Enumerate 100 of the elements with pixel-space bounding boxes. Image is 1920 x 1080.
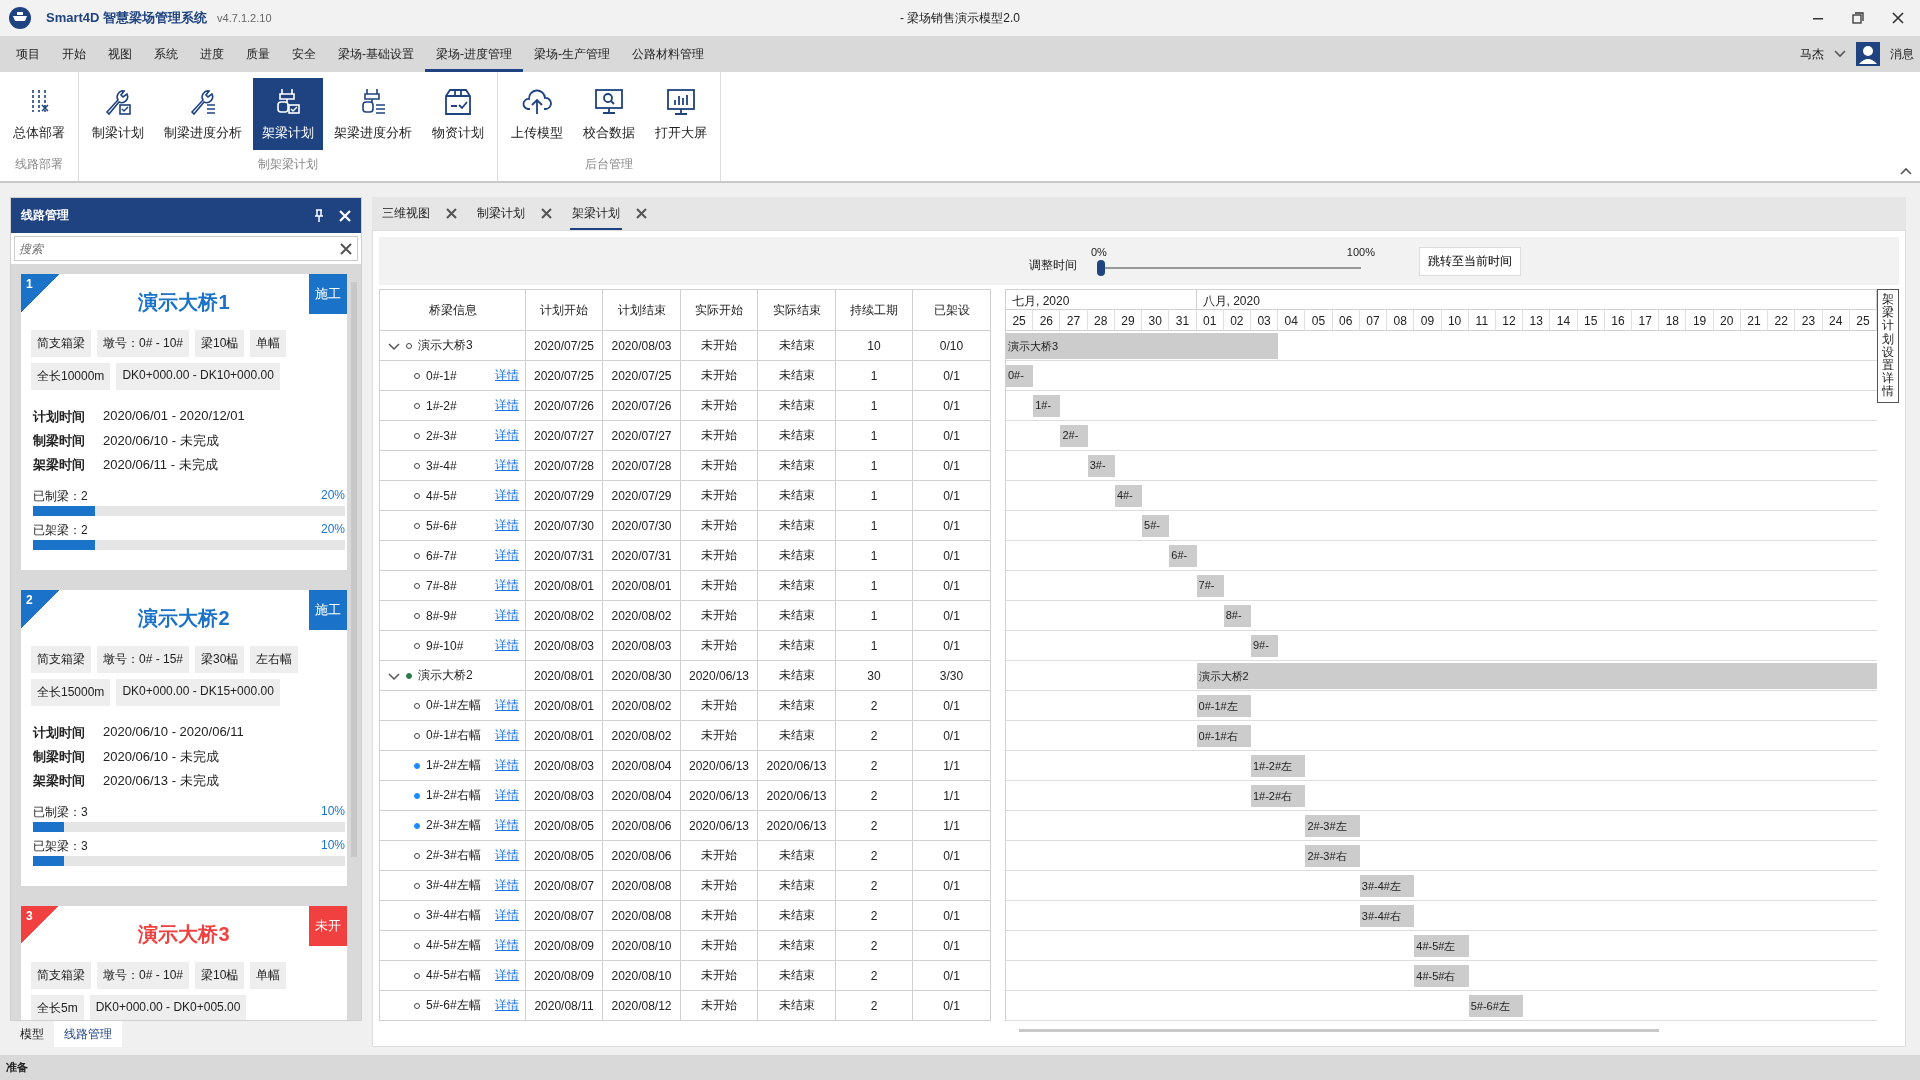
details-link[interactable]: 详情 [495, 457, 519, 474]
gantt-bar[interactable]: 0#-1#左 [1196, 694, 1251, 717]
ribbon-button[interactable]: 架梁计划 [253, 78, 323, 150]
menu-item[interactable]: 系统 [143, 36, 189, 72]
user-name[interactable]: 马杰 [1800, 45, 1824, 63]
bridge-title[interactable]: 演示大桥1 [138, 288, 230, 316]
day-header: 30 [1142, 309, 1170, 331]
menu-item[interactable]: 视图 [97, 36, 143, 72]
column-header[interactable]: 实际结束 [758, 289, 836, 331]
gantt-bar[interactable]: 演示大桥2 [1196, 662, 1877, 689]
gantt-bar[interactable]: 8#- [1223, 604, 1251, 627]
gantt-bar[interactable]: 6#- [1169, 544, 1197, 567]
details-link[interactable]: 详情 [495, 427, 519, 444]
details-link[interactable]: 详情 [495, 607, 519, 624]
close-icon[interactable] [446, 208, 457, 219]
panel-tab[interactable]: 模型 [10, 1021, 54, 1047]
document-tab[interactable]: 制梁计划 [475, 196, 527, 231]
messages-link[interactable]: 消息 [1890, 45, 1914, 63]
details-link[interactable]: 详情 [495, 367, 519, 384]
column-header[interactable]: 计划结束 [603, 289, 681, 331]
details-link[interactable]: 详情 [495, 397, 519, 414]
gantt-bar[interactable]: 3#-4#左 [1359, 874, 1415, 897]
gantt-bar[interactable]: 1#- [1033, 394, 1061, 417]
details-link[interactable]: 详情 [495, 637, 519, 654]
menu-item[interactable]: 项目 [5, 36, 51, 72]
menu-item[interactable]: 梁场-基础设置 [327, 36, 425, 72]
gantt-bar[interactable]: 0#- [1006, 364, 1034, 387]
table-cell: 1 [836, 361, 913, 391]
menu-item[interactable]: 开始 [51, 36, 97, 72]
gantt-bar[interactable]: 4#-5#左 [1414, 934, 1469, 957]
close-icon[interactable] [541, 208, 552, 219]
column-header[interactable]: 持续工期 [836, 289, 913, 331]
chevron-down-icon[interactable] [1834, 50, 1846, 58]
slider-thumb[interactable] [1097, 260, 1105, 276]
details-link[interactable]: 详情 [495, 937, 519, 954]
gantt-bar[interactable]: 0#-1#右 [1196, 724, 1251, 747]
ribbon-button[interactable]: 架梁进度分析 [325, 78, 421, 150]
gantt-bar[interactable]: 3#-4#右 [1359, 904, 1415, 927]
details-link[interactable]: 详情 [495, 517, 519, 534]
close-icon[interactable] [1892, 12, 1904, 24]
ribbon-button[interactable]: 制梁计划 [83, 78, 153, 150]
menu-item[interactable]: 安全 [281, 36, 327, 72]
close-icon[interactable] [636, 208, 647, 219]
column-header[interactable]: 计划开始 [526, 289, 603, 331]
table-cell: 2020/08/04 [603, 781, 681, 811]
details-link[interactable]: 详情 [495, 967, 519, 984]
gantt-bar[interactable]: 2#-3#右 [1305, 844, 1360, 867]
details-link[interactable]: 详情 [495, 817, 519, 834]
column-header[interactable]: 实际开始 [681, 289, 758, 331]
menu-item[interactable]: 梁场-生产管理 [523, 36, 621, 72]
bridge-title[interactable]: 演示大桥2 [138, 604, 230, 632]
gantt-bar[interactable]: 3#- [1087, 454, 1115, 477]
column-header[interactable]: 已架设 [913, 289, 991, 331]
details-link[interactable]: 详情 [495, 997, 519, 1014]
pin-icon[interactable] [313, 208, 325, 223]
gantt-bar[interactable]: 9#- [1250, 634, 1279, 657]
side-tab[interactable]: 架梁计划设置详情 [1877, 289, 1899, 403]
bridge-title[interactable]: 演示大桥3 [138, 920, 230, 948]
day-header: 09 [1414, 309, 1442, 331]
gantt-bar[interactable]: 演示大桥3 [1006, 332, 1279, 359]
details-link[interactable]: 详情 [495, 847, 519, 864]
clear-icon[interactable] [339, 242, 353, 256]
ribbon-button[interactable]: 制梁进度分析 [155, 78, 251, 150]
gantt-bar[interactable]: 2#-3#左 [1305, 814, 1360, 837]
document-tab[interactable]: 三维视图 [380, 196, 432, 231]
ribbon-button[interactable]: 打开大屏 [646, 78, 716, 150]
scrollbar[interactable] [1019, 1028, 1659, 1032]
restore-icon[interactable] [1852, 12, 1864, 24]
avatar-icon[interactable] [1856, 42, 1880, 66]
gantt-bar[interactable]: 4#-5#右 [1414, 964, 1469, 987]
details-link[interactable]: 详情 [495, 787, 519, 804]
jump-button[interactable]: 跳转至当前时间 [1419, 246, 1521, 276]
column-header[interactable]: 桥梁信息 [380, 289, 526, 331]
ribbon-button[interactable]: 总体部署 [4, 78, 74, 150]
panel-tab[interactable]: 线路管理 [54, 1021, 122, 1047]
ribbon-button[interactable]: 物资计划 [423, 78, 493, 150]
gantt-bar[interactable]: 4#- [1114, 484, 1143, 507]
details-link[interactable]: 详情 [495, 757, 519, 774]
table-cell: 2020/08/11 [526, 991, 603, 1021]
gantt-bar[interactable]: 7#- [1196, 574, 1224, 597]
chevron-up-icon[interactable] [1900, 167, 1912, 175]
gantt-bar[interactable]: 1#-2#左 [1250, 754, 1306, 777]
details-link[interactable]: 详情 [495, 547, 519, 564]
gantt-bar[interactable]: 5#- [1142, 514, 1170, 537]
menu-item[interactable]: 进度 [189, 36, 235, 72]
gantt-bar[interactable]: 1#-2#右 [1250, 784, 1306, 807]
gantt-bar[interactable]: 5#-6#左 [1468, 994, 1524, 1017]
details-link[interactable]: 详情 [495, 877, 519, 894]
details-link[interactable]: 详情 [495, 487, 519, 504]
details-link[interactable]: 详情 [495, 907, 519, 924]
ribbon-button[interactable]: 校合数据 [574, 78, 644, 150]
details-link[interactable]: 详情 [495, 727, 519, 744]
progress-label: 已制梁：3 [33, 804, 88, 821]
search-field[interactable]: 搜索 [14, 236, 358, 261]
menu-item[interactable]: 质量 [235, 36, 281, 72]
ribbon-button[interactable]: 上传模型 [502, 78, 572, 150]
details-link[interactable]: 详情 [495, 697, 519, 714]
details-link[interactable]: 详情 [495, 577, 519, 594]
gantt-bar[interactable]: 2#- [1060, 424, 1088, 447]
menu-item[interactable]: 公路材料管理 [621, 36, 715, 72]
